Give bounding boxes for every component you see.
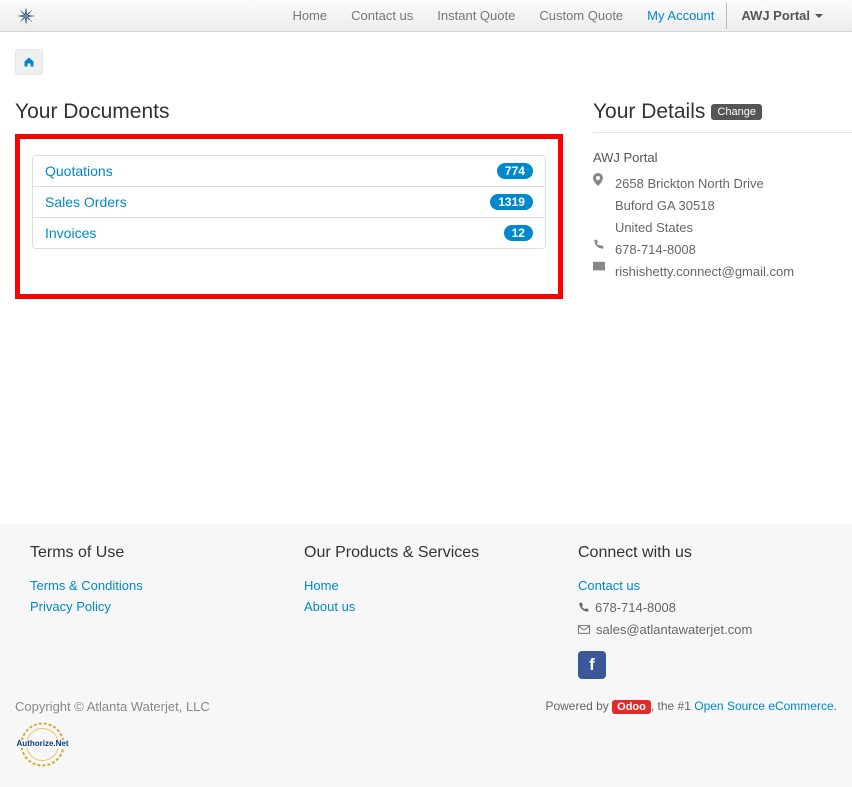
nav-home[interactable]: Home <box>280 0 339 32</box>
footer-email: sales@atlantawaterjet.com <box>596 619 752 641</box>
map-pin-icon <box>593 173 607 186</box>
email-text: rishishetty.connect@gmail.com <box>615 261 794 283</box>
doc-item-invoices[interactable]: Invoices 12 <box>33 218 545 248</box>
footer-heading-connect: Connect with us <box>578 544 822 562</box>
powered-prefix: Powered by <box>545 699 608 713</box>
nav-contact[interactable]: Contact us <box>339 0 425 32</box>
authorize-net-seal[interactable]: Authorize.Net <box>15 722 70 767</box>
home-breadcrumb-button[interactable] <box>15 49 43 75</box>
change-details-button[interactable]: Change <box>711 104 762 120</box>
phone-icon <box>578 602 589 613</box>
nav-custom-quote[interactable]: Custom Quote <box>527 0 635 32</box>
footer-heading-products: Our Products & Services <box>304 544 548 562</box>
details-heading-text: Your Details <box>593 100 705 124</box>
powered-link[interactable]: Open Source eCommerce <box>694 699 833 713</box>
doc-item-sales-orders[interactable]: Sales Orders 1319 <box>33 187 545 218</box>
user-name-label: AWJ Portal <box>741 8 810 23</box>
nav-instant-quote[interactable]: Instant Quote <box>425 0 527 32</box>
documents-list: Quotations 774 Sales Orders 1319 Invoice… <box>32 155 546 249</box>
details-company-name: AWJ Portal <box>593 147 852 169</box>
user-menu[interactable]: AWJ Portal <box>727 0 837 32</box>
phone-text: 678-714-8008 <box>615 239 696 261</box>
doc-count-badge: 12 <box>504 225 533 241</box>
footer: Terms of Use Terms & Conditions Privacy … <box>0 524 852 787</box>
details-divider <box>593 132 852 133</box>
address-line3: United States <box>593 217 852 239</box>
phone-icon <box>593 239 607 250</box>
footer-phone: 678-714-8008 <box>595 597 676 619</box>
facebook-button[interactable]: f <box>578 651 606 679</box>
envelope-icon <box>593 261 607 271</box>
odoo-badge[interactable]: Odoo <box>612 700 651 714</box>
top-navbar: Home Contact us Instant Quote Custom Quo… <box>0 0 852 32</box>
authorize-label: Authorize.Net <box>16 740 70 748</box>
breadcrumb <box>15 49 837 75</box>
address-line1: 2658 Brickton North Drive <box>615 173 764 195</box>
footer-heading-terms: Terms of Use <box>30 544 274 562</box>
powered-mid: , the #1 <box>651 699 694 713</box>
caret-down-icon <box>815 14 823 18</box>
doc-link[interactable]: Sales Orders <box>45 194 127 210</box>
footer-link-terms[interactable]: Terms & Conditions <box>30 576 274 597</box>
documents-highlight-box: Quotations 774 Sales Orders 1319 Invoice… <box>15 134 563 299</box>
home-icon <box>23 56 35 68</box>
doc-link[interactable]: Quotations <box>45 163 113 179</box>
nav-my-account[interactable]: My Account <box>635 0 726 32</box>
documents-heading: Your Documents <box>15 100 563 124</box>
address-line2: Buford GA 30518 <box>593 195 852 217</box>
envelope-icon <box>578 625 590 634</box>
footer-link-home[interactable]: Home <box>304 576 548 597</box>
doc-count-badge: 1319 <box>490 194 533 210</box>
doc-link[interactable]: Invoices <box>45 225 96 241</box>
footer-link-privacy[interactable]: Privacy Policy <box>30 597 274 618</box>
doc-count-badge: 774 <box>497 163 533 179</box>
logo[interactable] <box>15 5 37 27</box>
copyright-text: Copyright © Atlanta Waterjet, LLC <box>15 699 210 714</box>
doc-item-quotations[interactable]: Quotations 774 <box>33 156 545 187</box>
powered-by: Powered by Odoo, the #1 Open Source eCom… <box>545 699 837 713</box>
details-heading: Your Details Change <box>593 100 852 124</box>
footer-link-contact[interactable]: Contact us <box>578 576 822 597</box>
facebook-icon: f <box>589 655 595 675</box>
footer-link-about[interactable]: About us <box>304 597 548 618</box>
